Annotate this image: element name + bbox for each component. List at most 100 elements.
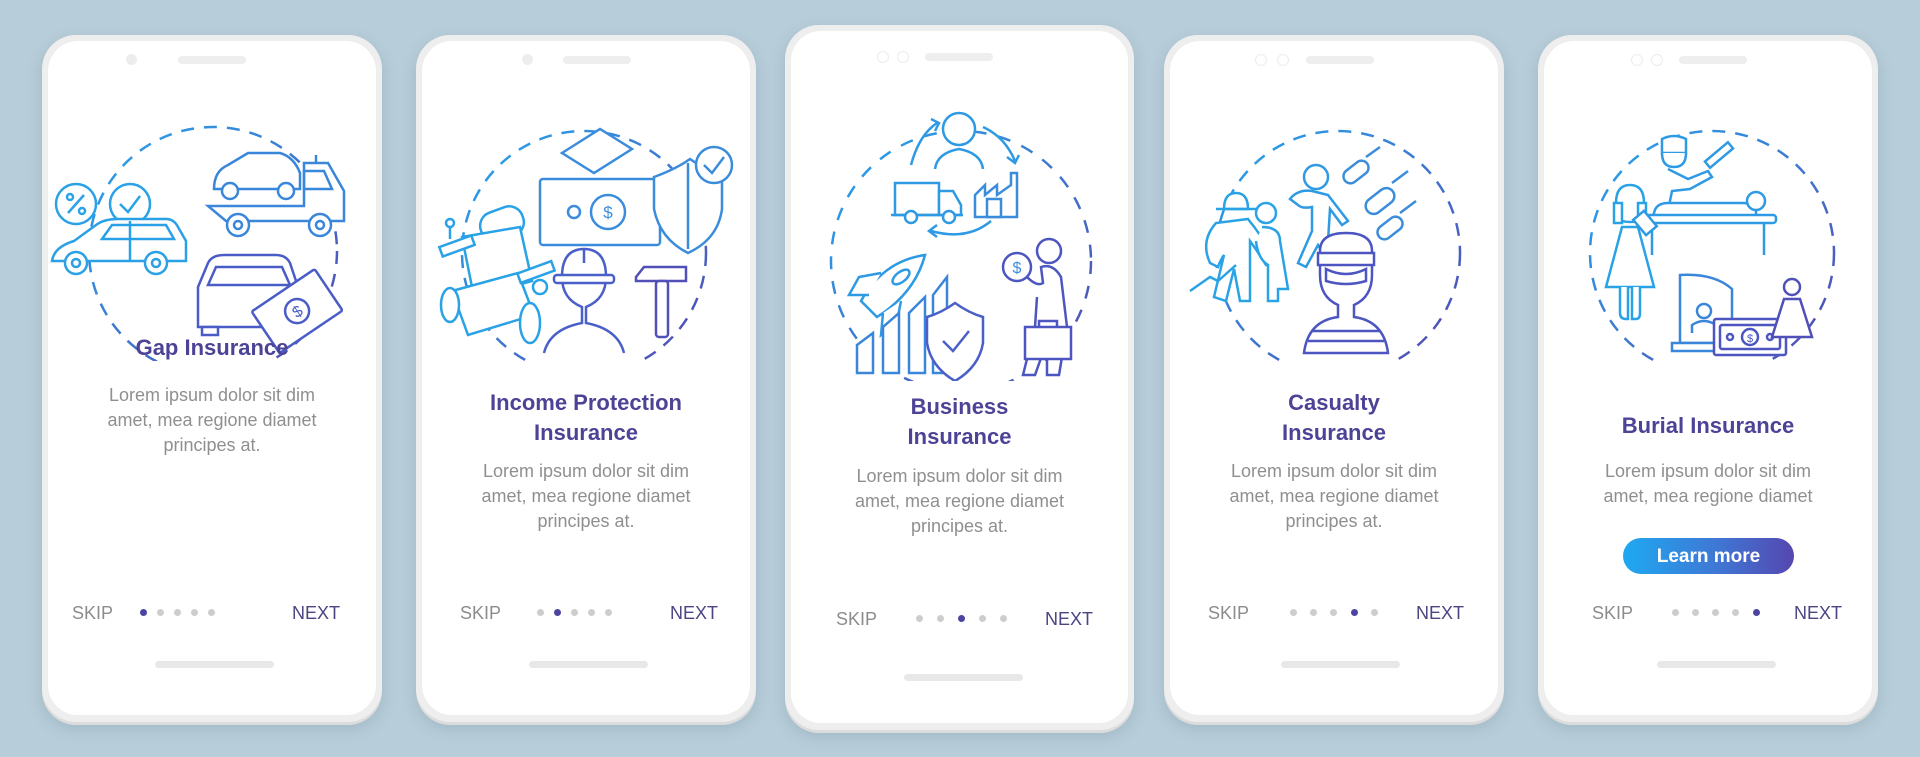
onboarding-nav: SKIP NEXT bbox=[1544, 601, 1872, 625]
page-dot-5[interactable] bbox=[208, 609, 215, 616]
businessman-coin-icon: $ bbox=[1001, 237, 1073, 377]
page-dot-5-active[interactable] bbox=[1753, 609, 1760, 616]
title-line: Burial Insurance bbox=[1621, 413, 1795, 438]
title-line: Income Protection bbox=[490, 390, 682, 415]
description-line: amet, mea regione diamet bbox=[854, 491, 1065, 511]
crying-woman-icon bbox=[1604, 183, 1656, 321]
page-dot-3[interactable] bbox=[1712, 609, 1719, 616]
title-line: Business bbox=[910, 394, 1009, 419]
svg-text:$: $ bbox=[1013, 260, 1022, 277]
onboarding-nav: SKIP NEXT bbox=[791, 607, 1128, 631]
tow-truck-icon bbox=[204, 151, 346, 238]
page-dot-2[interactable] bbox=[1692, 609, 1699, 616]
page-dot-4[interactable] bbox=[1732, 609, 1739, 616]
camera-dot bbox=[1631, 54, 1643, 66]
factory-icon bbox=[973, 171, 1019, 219]
page-dot-5[interactable] bbox=[605, 609, 612, 616]
page-dot-1[interactable] bbox=[1290, 609, 1297, 616]
income-protection-illustration: $ bbox=[422, 91, 750, 361]
bombs-icon bbox=[1342, 145, 1417, 241]
burglar-icon bbox=[1302, 231, 1390, 355]
page-dot-1[interactable] bbox=[1672, 609, 1679, 616]
description-line: Lorem ipsum dolor sit dim bbox=[108, 385, 316, 405]
onboarding-nav: SKIP NEXT bbox=[48, 601, 376, 625]
next-button[interactable]: NEXT bbox=[1045, 607, 1093, 631]
onboarding-screen-burial-insurance: $ Burial Insurance Lorem ipsum dolor sit… bbox=[1538, 35, 1878, 722]
page-dot-1[interactable] bbox=[916, 615, 923, 622]
description-line: amet, mea regione diamet bbox=[107, 410, 317, 430]
electric-shock-people-icon bbox=[1189, 191, 1290, 303]
page-dot-3[interactable] bbox=[571, 609, 578, 616]
page-dot-4[interactable] bbox=[588, 609, 595, 616]
skip-button[interactable]: SKIP bbox=[1208, 601, 1249, 625]
hammer-icon bbox=[634, 265, 688, 339]
skip-button[interactable]: SKIP bbox=[836, 607, 877, 631]
title-line: Insurance bbox=[1282, 420, 1386, 445]
svg-text:$: $ bbox=[603, 203, 613, 222]
next-button[interactable]: NEXT bbox=[670, 601, 718, 625]
page-dot-4[interactable] bbox=[191, 609, 198, 616]
page-dot-1[interactable] bbox=[537, 609, 544, 616]
person-icon bbox=[933, 111, 985, 170]
screen-description: Lorem ipsum dolor sit dim amet, mea regi… bbox=[821, 464, 1098, 539]
screen-title: Business Insurance bbox=[791, 392, 1128, 452]
page-dot-5[interactable] bbox=[1000, 615, 1007, 622]
description-line: Lorem ipsum dolor sit dim bbox=[1604, 461, 1812, 481]
home-indicator bbox=[1281, 661, 1400, 668]
page-dot-4[interactable] bbox=[979, 615, 986, 622]
description-line: amet, mea regione diamet bbox=[1229, 486, 1439, 506]
business-insurance-illustration: $ bbox=[791, 91, 1128, 381]
wheelchair-icon bbox=[437, 205, 557, 345]
screen-title: Income Protection Insurance bbox=[422, 388, 750, 448]
description-line: principes at. bbox=[537, 511, 635, 531]
screen-description: Lorem ipsum dolor sit dim amet, mea regi… bbox=[452, 459, 720, 534]
page-dot-1-active[interactable] bbox=[140, 609, 147, 616]
home-indicator bbox=[155, 661, 274, 668]
camera-dot bbox=[1255, 54, 1267, 66]
onboarding-screen-gap-insurance: $ Gap Insurance Lorem ipsum dolor sit di… bbox=[42, 35, 382, 722]
burial-insurance-illustration: $ bbox=[1544, 91, 1872, 361]
learn-more-button[interactable]: Learn more bbox=[1623, 538, 1794, 574]
title-line: Insurance bbox=[907, 424, 1012, 449]
skip-button[interactable]: SKIP bbox=[1592, 601, 1633, 625]
screen-title: Casualty Insurance bbox=[1170, 388, 1498, 448]
page-dot-3[interactable] bbox=[174, 609, 181, 616]
sensor-dot bbox=[1277, 54, 1289, 66]
casualty-insurance-illustration bbox=[1170, 91, 1498, 361]
camera-dot bbox=[126, 54, 137, 65]
car-icon bbox=[50, 217, 188, 276]
phone-screen: $ Gap Insurance Lorem ipsum dolor sit di… bbox=[48, 41, 376, 715]
page-dot-5[interactable] bbox=[1371, 609, 1378, 616]
speaker-bar bbox=[178, 56, 246, 64]
onboarding-nav: SKIP NEXT bbox=[1170, 601, 1498, 625]
screen-title: Burial Insurance bbox=[1544, 411, 1872, 441]
home-indicator bbox=[529, 661, 648, 668]
screen-description: Lorem ipsum dolor sit dim amet, mea regi… bbox=[1574, 459, 1842, 509]
page-dot-3-active[interactable] bbox=[958, 615, 965, 622]
mourner-icon bbox=[1770, 277, 1814, 339]
onboarding-screen-income-protection-insurance: $ Income Protection Insurance Lorem ipsu… bbox=[416, 35, 756, 722]
phone-screen: $ Income Protection Insurance Lorem ipsu… bbox=[422, 41, 750, 715]
page-dot-2[interactable] bbox=[157, 609, 164, 616]
page-dot-2[interactable] bbox=[937, 615, 944, 622]
next-button[interactable]: NEXT bbox=[1416, 601, 1464, 625]
phone-screen: Casualty Insurance Lorem ipsum dolor sit… bbox=[1170, 41, 1498, 715]
page-dot-3[interactable] bbox=[1330, 609, 1337, 616]
speaker-bar bbox=[925, 53, 993, 61]
skip-button[interactable]: SKIP bbox=[72, 601, 113, 625]
next-button[interactable]: NEXT bbox=[1794, 601, 1842, 625]
description-line: Lorem ipsum dolor sit dim bbox=[1230, 461, 1438, 481]
skip-button[interactable]: SKIP bbox=[460, 601, 501, 625]
camera-dot bbox=[877, 51, 889, 63]
next-button[interactable]: NEXT bbox=[292, 601, 340, 625]
percent-badge-icon bbox=[54, 182, 98, 226]
gap-insurance-illustration: $ bbox=[48, 91, 376, 361]
page-dot-2-active[interactable] bbox=[554, 609, 561, 616]
description-line: amet, mea regione diamet bbox=[481, 486, 691, 506]
description-line: amet, mea regione diamet bbox=[1603, 486, 1813, 506]
page-dot-2[interactable] bbox=[1310, 609, 1317, 616]
delivery-truck-icon bbox=[891, 181, 963, 225]
onboarding-screen-business-insurance: $ Business Insurance Lorem ipsum dolor s… bbox=[785, 25, 1134, 730]
description-line: principes at. bbox=[910, 516, 1009, 536]
page-dot-4-active[interactable] bbox=[1351, 609, 1358, 616]
